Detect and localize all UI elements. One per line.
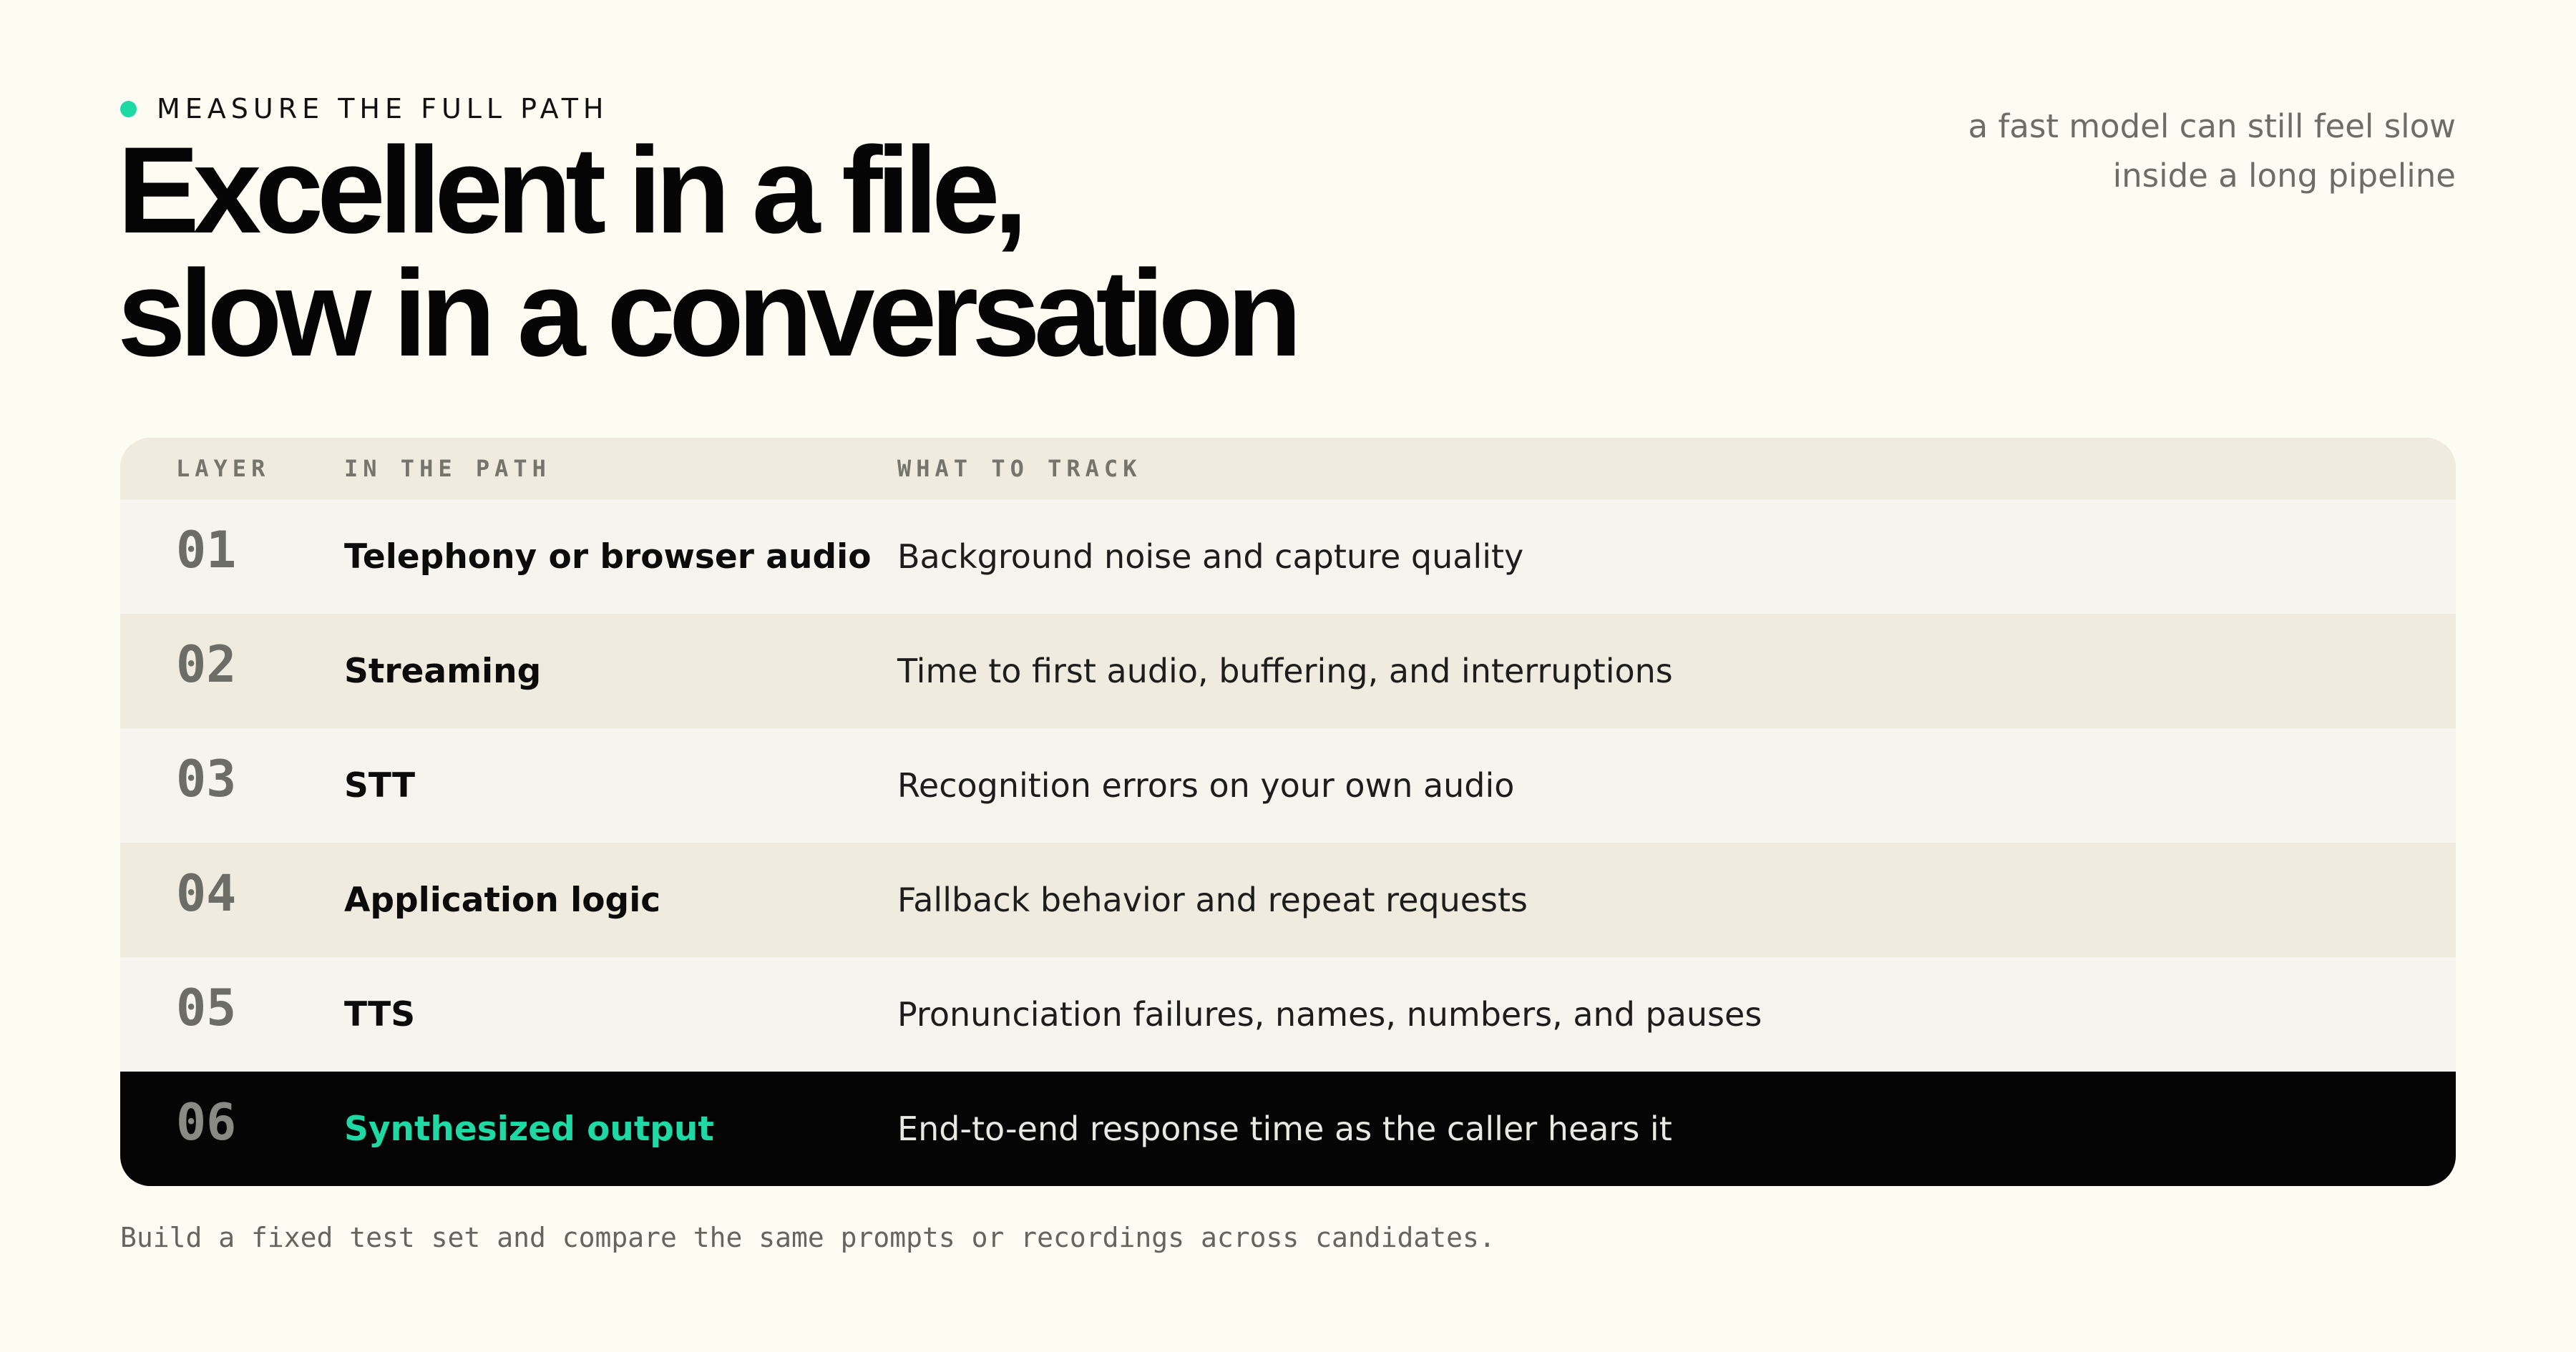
table-row: 05 TTS Pronunciation failures, names, nu… (120, 957, 2456, 1072)
page-title-line-1: Excellent in a file, (117, 122, 1028, 259)
row-number: 06 (176, 1093, 237, 1152)
row-number: 02 (176, 635, 237, 694)
row-layer: Telephony or browser audio (344, 537, 872, 577)
table-row: 02 Streaming Time to first audio, buffer… (120, 614, 2456, 728)
row-track: Background noise and capture quality (897, 537, 1524, 576)
aside-note-line-2: inside a long pipeline (2112, 157, 2456, 195)
footnote: Build a fixed test set and compare the s… (120, 1222, 1496, 1253)
page-title: Excellent in a file, slow in a conversat… (117, 122, 1302, 382)
row-number: 01 (176, 521, 237, 579)
table-row: 01 Telephony or browser audio Background… (120, 499, 2456, 614)
row-layer: Application logic (344, 880, 661, 920)
row-track: Fallback behavior and repeat requests (897, 881, 1528, 919)
row-layer: TTS (344, 994, 416, 1034)
eyebrow-label: MEASURE THE FULL PATH (157, 93, 609, 124)
row-track: Pronunciation failures, names, numbers, … (897, 995, 1762, 1034)
table-row: 04 Application logic Fallback behavior a… (120, 843, 2456, 957)
page-title-line-2: slow in a conversation (117, 245, 1302, 382)
row-track: End-to-end response time as the caller h… (897, 1109, 1672, 1148)
table-row: 03 STT Recognition errors on your own au… (120, 728, 2456, 843)
table-row-highlighted: 06 Synthesized output End-to-end respons… (120, 1072, 2456, 1186)
row-number: 03 (176, 750, 237, 808)
row-layer: STT (344, 765, 416, 805)
row-track: Time to first audio, buffering, and inte… (897, 652, 1673, 690)
accent-dot-icon (120, 100, 137, 117)
aside-note: a fast model can still feel slow inside … (1968, 102, 2456, 200)
layers-table: LAYER IN THE PATH WHAT TO TRACK 01 Telep… (120, 438, 2456, 1186)
row-track: Recognition errors on your own audio (897, 766, 1515, 805)
header-layer: LAYER (176, 455, 270, 482)
row-layer: Streaming (344, 651, 542, 691)
header-what-to-track: WHAT TO TRACK (897, 455, 1142, 482)
table-header: LAYER IN THE PATH WHAT TO TRACK (120, 438, 2456, 499)
header-in-the-path: IN THE PATH (344, 455, 551, 482)
row-layer: Synthesized output (344, 1109, 714, 1149)
aside-note-line-1: a fast model can still feel slow (1968, 107, 2456, 145)
row-number: 05 (176, 979, 237, 1037)
row-number: 04 (176, 864, 237, 923)
